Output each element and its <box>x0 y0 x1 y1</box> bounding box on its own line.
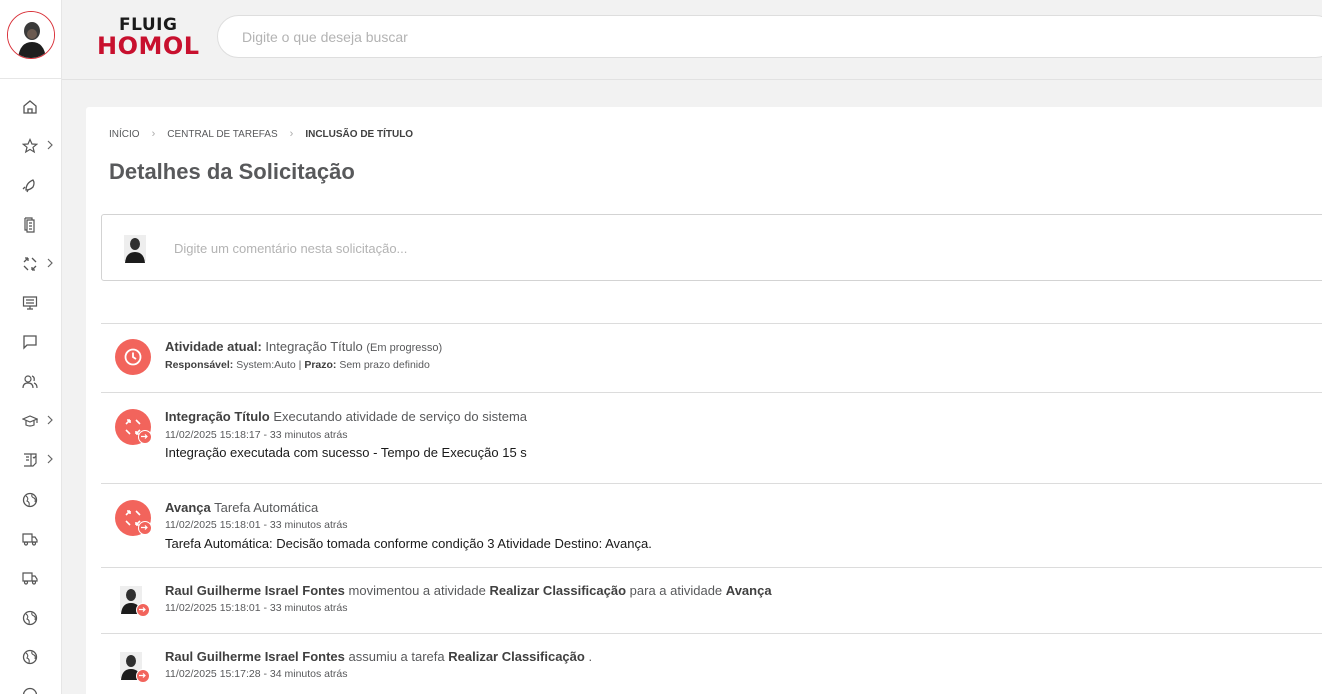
feed-item-1-title-line: Integração Título Executando atividade d… <box>165 409 527 424</box>
sidebar-item-education[interactable] <box>0 406 62 436</box>
feed-item-message: Tarefa Automática: Decisão tomada confor… <box>165 536 652 551</box>
breadcrumb-separator-icon: › <box>151 128 156 140</box>
comment-user-avatar <box>124 235 146 263</box>
feed-divider <box>101 633 1322 634</box>
feed-item-desc: Tarefa Automática <box>214 500 319 515</box>
breadcrumb-home[interactable]: Início <box>109 129 140 140</box>
current-activity-name: Integração Título <box>265 339 363 354</box>
breadcrumb-task-center[interactable]: Central de Tarefas <box>167 129 277 140</box>
feed-divider <box>101 567 1322 568</box>
feed-item-message: Integração executada com sucesso - Tempo… <box>165 445 527 460</box>
feed-item-time: 11/02/2025 15:17:28 - 34 minutos atrás <box>165 668 348 680</box>
sidebar-item-home[interactable] <box>0 92 62 122</box>
home-icon <box>23 100 37 114</box>
sidebar-item-tasks[interactable] <box>0 445 62 475</box>
comment-box <box>101 214 1322 281</box>
sidebar-item-users[interactable] <box>0 367 62 397</box>
sidebar-item-globe-3[interactable] <box>0 642 62 672</box>
sidebar-item-chat[interactable] <box>0 327 62 357</box>
feed-item-mid: para a atividade <box>629 583 723 598</box>
globe-icon <box>22 610 38 626</box>
users-icon <box>22 375 38 389</box>
top-header: FLUIG HOMOL <box>62 0 1322 80</box>
current-activity-status: (Em progresso) <box>366 342 443 354</box>
feed-item-desc: Executando atividade de serviço do siste… <box>273 409 528 424</box>
globe-icon <box>22 492 38 508</box>
rocket-icon <box>22 179 35 193</box>
responsible-value: System:Auto <box>236 359 296 371</box>
breadcrumb-separator-icon: › <box>289 128 294 140</box>
current-activity-line: Atividade atual: Integração Título (Em p… <box>165 339 442 354</box>
chevron-right-icon <box>47 258 53 268</box>
sidebar-item-favorites[interactable] <box>0 131 62 161</box>
breadcrumb-current: Inclusão de Título <box>305 128 414 140</box>
feed-item-time: 11/02/2025 15:18:17 - 33 minutos atrás <box>165 429 348 441</box>
sidebar-item-truck-1[interactable] <box>0 524 62 554</box>
sidebar-item-rocket[interactable] <box>0 170 62 200</box>
feed-item-verb: assumiu a tarefa <box>348 649 445 664</box>
feed-item-verb: movimentou a atividade <box>348 583 486 598</box>
truck-icon <box>22 572 38 585</box>
feed-divider <box>101 483 1322 484</box>
sidebar-item-documents[interactable] <box>0 210 62 240</box>
feed-item-4-title-line: Raul Guilherme Israel Fontes assumiu a t… <box>165 649 592 664</box>
feed-divider <box>101 392 1322 393</box>
feed-item-title: Avança <box>165 500 211 515</box>
search-input[interactable] <box>218 16 1322 57</box>
sidebar-item-globe[interactable] <box>0 485 62 515</box>
chat-icon <box>23 335 37 350</box>
meta-separator: | <box>298 359 302 371</box>
star-icon <box>22 138 38 154</box>
page-title: Detalhes da Solicitação <box>109 159 355 184</box>
documents-icon <box>24 217 35 233</box>
sidebar-item-monitor[interactable] <box>0 288 62 318</box>
task-list-icon <box>24 453 37 467</box>
arrow-right-icon <box>138 521 152 535</box>
feed-item-user[interactable]: Raul Guilherme Israel Fontes <box>165 583 345 598</box>
feed-divider <box>101 323 1322 324</box>
feed-item-time: 11/02/2025 15:18:01 - 33 minutos atrás <box>165 519 348 531</box>
globe-icon <box>22 687 38 694</box>
feed-item-from-activity: Realizar Classificação <box>489 583 627 598</box>
deadline-value: Sem prazo definido <box>339 359 430 371</box>
brand-logo-line2: HOMOL <box>97 32 200 60</box>
deadline-label: Prazo: <box>304 359 337 371</box>
feed-item-end: . <box>588 649 593 664</box>
brand-logo[interactable]: FLUIG HOMOL <box>97 17 207 60</box>
monitor-icon <box>22 296 38 310</box>
breadcrumb: Início › Central de Tarefas › Inclusão d… <box>109 128 413 140</box>
sidebar-item-truck-2[interactable] <box>0 563 62 593</box>
arrow-right-icon <box>136 669 150 683</box>
feed-item-user[interactable]: Raul Guilherme Israel Fontes <box>165 649 345 664</box>
search-bar <box>217 15 1322 58</box>
feed-item-time: 11/02/2025 15:18:01 - 33 minutos atrás <box>165 602 348 614</box>
arrow-right-icon <box>138 430 152 444</box>
arrow-right-icon <box>136 603 150 617</box>
sidebar-divider <box>0 78 62 79</box>
user-avatar[interactable] <box>7 11 55 59</box>
graduation-cap-icon <box>22 415 38 427</box>
chevron-right-icon <box>47 140 53 150</box>
request-details-card: Início › Central de Tarefas › Inclusão d… <box>86 107 1322 694</box>
sidebar-item-workflow[interactable] <box>0 249 62 279</box>
sidebar-item-globe-2[interactable] <box>0 603 62 633</box>
feed-item-title: Integração Título <box>165 409 270 424</box>
comment-input[interactable] <box>174 235 1074 261</box>
feed-item-2-title-line: Avança Tarefa Automática <box>165 500 318 515</box>
sidebar <box>0 0 62 694</box>
current-activity-label: Atividade atual: <box>165 339 262 354</box>
sidebar-item-globe-4[interactable] <box>0 680 62 694</box>
current-activity-meta: Responsável: System:Auto | Prazo: Sem pr… <box>165 359 430 371</box>
chevron-right-icon <box>47 454 53 464</box>
workflow-icon <box>23 257 37 271</box>
feed-item-task: Realizar Classificação <box>448 649 585 664</box>
responsible-label: Responsável: <box>165 359 234 371</box>
chevron-right-icon <box>47 415 53 425</box>
feed-item-3-title-line: Raul Guilherme Israel Fontes movimentou … <box>165 583 772 598</box>
truck-icon <box>22 533 38 546</box>
feed-item-to-activity: Avança <box>725 583 772 598</box>
clock-icon <box>115 339 151 375</box>
globe-icon <box>22 649 38 665</box>
